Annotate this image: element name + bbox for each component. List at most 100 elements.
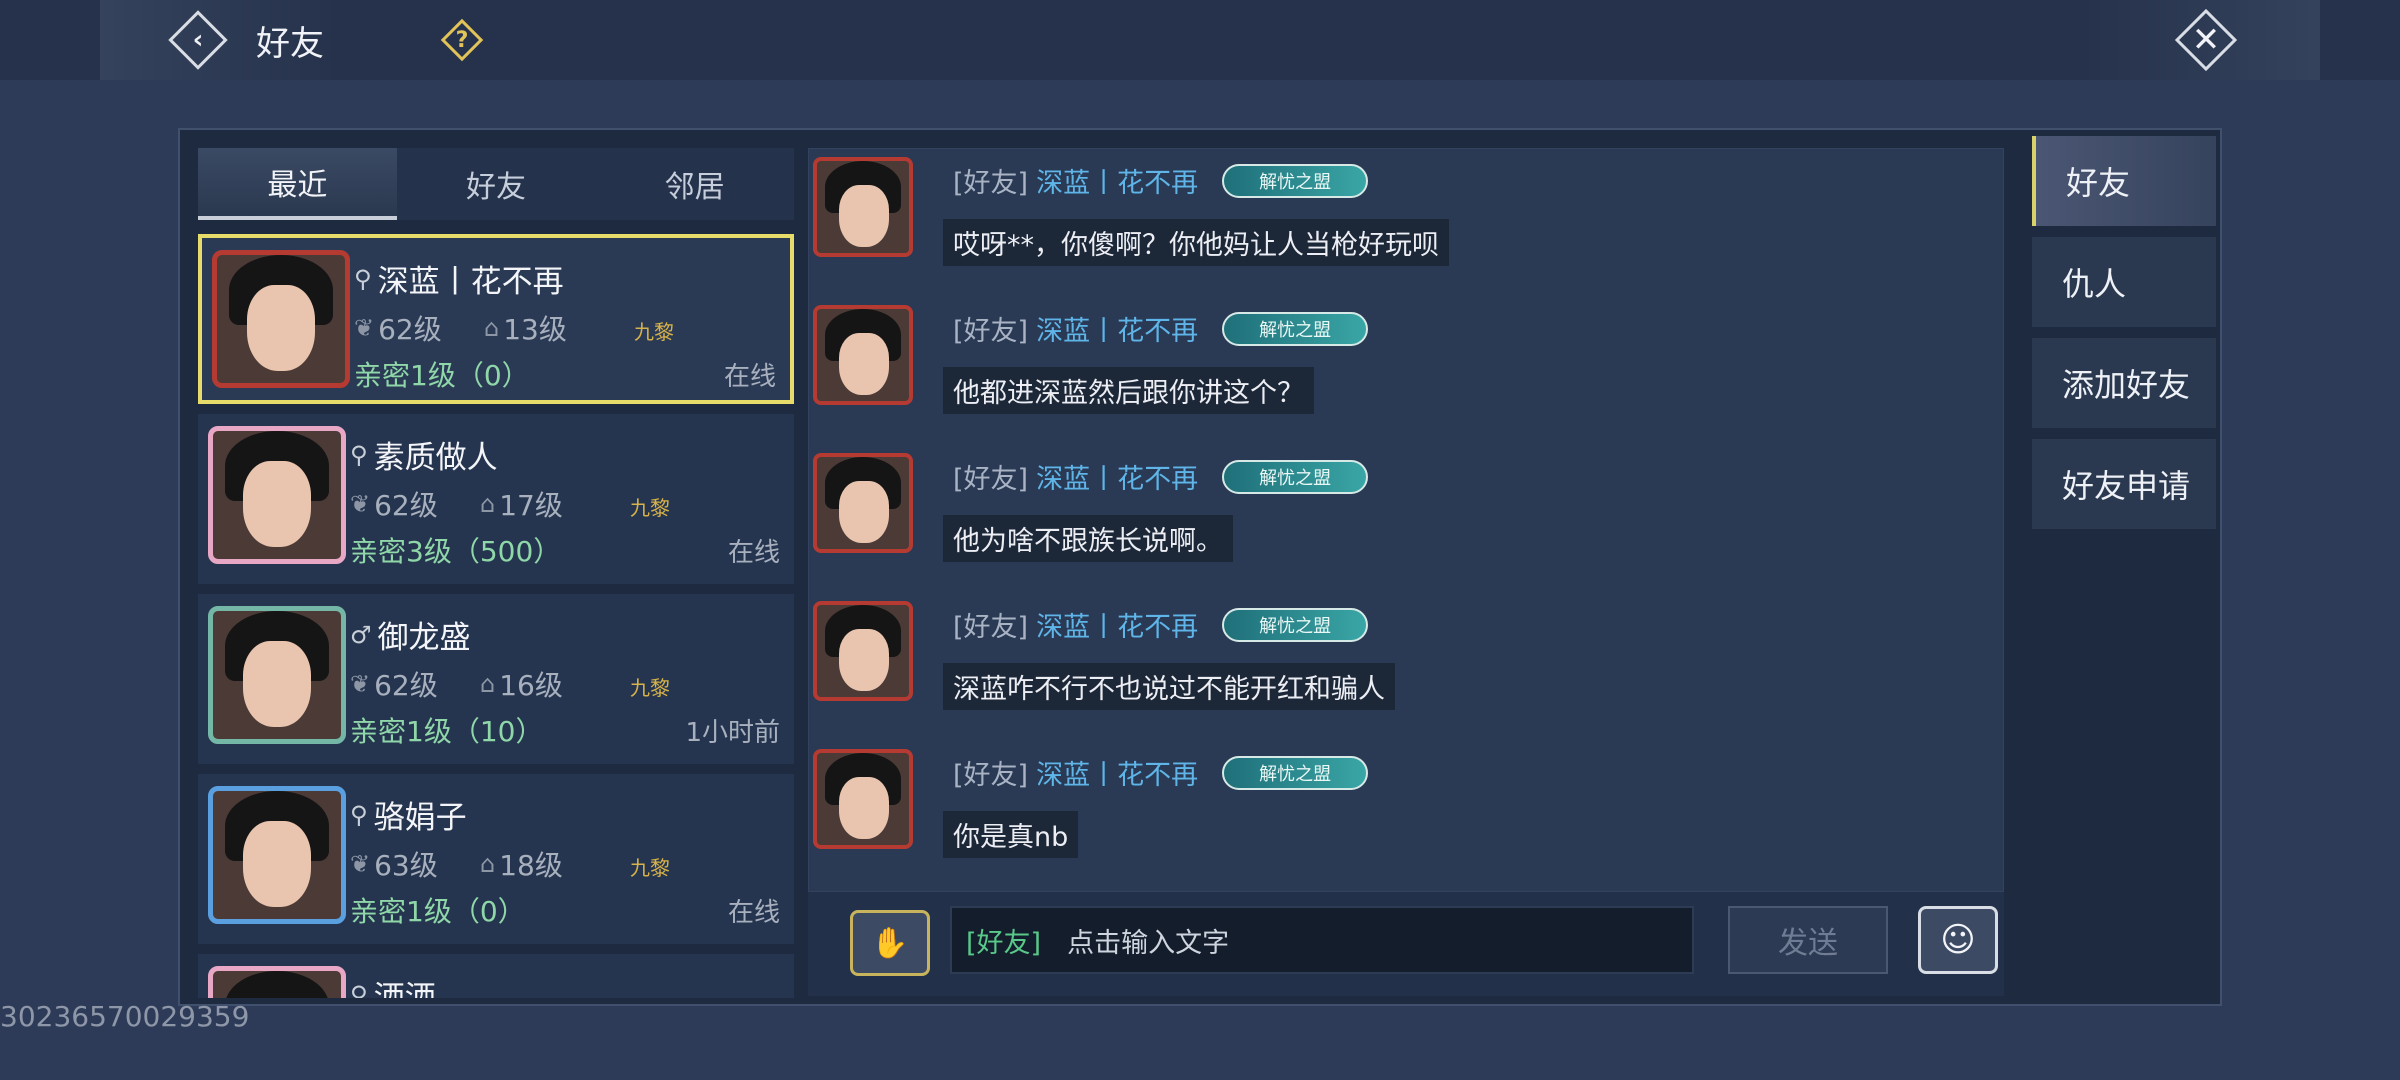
- online-status: 在线: [727, 898, 780, 928]
- online-status: 1小时前: [685, 718, 780, 748]
- back-button[interactable]: ‹: [168, 10, 228, 70]
- friend-name: 御龙盛: [377, 620, 471, 656]
- sender-name[interactable]: 深蓝丨花不再: [1036, 309, 1198, 348]
- side-tab-friend-requests[interactable]: 好友申请: [2032, 439, 2216, 529]
- page-title: 好友: [256, 24, 324, 64]
- friend-item[interactable]: ⚲ 洒洒: [198, 954, 794, 998]
- sender-avatar[interactable]: [813, 453, 913, 553]
- message-sender: [好友] 深蓝丨花不再 解忧之盟: [953, 605, 1369, 644]
- close-icon: ✕: [2191, 20, 2221, 60]
- friend-item[interactable]: ⚲ 骆娟子 ❦ 63级 ⌂ 18级 九黎 亲密1级（0） 在线: [198, 774, 794, 944]
- online-status: 在线: [727, 538, 780, 568]
- list-tabs: 最近 好友 邻居: [198, 148, 795, 220]
- sender-name[interactable]: 深蓝丨花不再: [1036, 753, 1198, 792]
- side-tabs: 好友 仇人 添加好友 好友申请: [2032, 136, 2222, 540]
- chat-message: [好友] 深蓝丨花不再 解忧之盟 深蓝咋不行不也说过不能开红和骗人: [813, 595, 1993, 735]
- level-value: 62级: [374, 669, 438, 702]
- gender-icon: ⚲: [350, 980, 368, 999]
- tab-neighbors[interactable]: 邻居: [595, 148, 795, 220]
- level-stat: ❦ 63级: [350, 844, 438, 884]
- faction-badge: 九黎: [630, 856, 670, 880]
- friend-name-row: ♂ 御龙盛: [350, 612, 471, 657]
- guild-tag: 解忧之盟: [1222, 163, 1369, 198]
- emoji-button[interactable]: ☺: [1918, 906, 1998, 974]
- message-sender: [好友] 深蓝丨花不再 解忧之盟: [953, 457, 1369, 496]
- guild-tag: 解忧之盟: [1222, 311, 1369, 346]
- guild-tag: 解忧之盟: [1222, 755, 1369, 790]
- sender-avatar[interactable]: [813, 157, 913, 257]
- friend-list-column: 最近 好友 邻居 ⚲ 深蓝丨花不再 ❦ 62级 ⌂ 13级 九黎 亲密1级（0） 在…: [198, 148, 795, 998]
- level-icon: ❦: [350, 490, 371, 518]
- level-icon: ❦: [354, 314, 375, 342]
- message-channel: [好友]: [953, 464, 1029, 495]
- back-arrow-icon: ‹: [192, 25, 204, 55]
- home-level-stat: ⌂ 18级: [480, 844, 563, 884]
- side-tab-enemies[interactable]: 仇人: [2032, 237, 2216, 327]
- chat-history[interactable]: [好友] 深蓝丨花不再 解忧之盟 哎呀**，你傻啊？你他妈让人当枪好玩呗 [好友…: [808, 148, 2004, 892]
- level-value: 62级: [378, 313, 442, 346]
- level-icon: ❦: [350, 670, 371, 698]
- friend-item[interactable]: ⚲ 深蓝丨花不再 ❦ 62级 ⌂ 13级 九黎 亲密1级（0） 在线: [198, 234, 794, 404]
- home-level-stat: ⌂ 17级: [480, 484, 563, 524]
- home-level-value: 16级: [499, 669, 563, 702]
- message-text: 他为啥不跟族长说啊。: [943, 515, 1233, 562]
- friend-list[interactable]: ⚲ 深蓝丨花不再 ❦ 62级 ⌂ 13级 九黎 亲密1级（0） 在线 ⚲ 素质做人 …: [198, 234, 794, 998]
- input-channel: [好友]: [966, 927, 1042, 959]
- home-level-stat: ⌂ 13级: [484, 308, 567, 348]
- intimacy-level: 亲密1级（0）: [350, 895, 526, 928]
- microphone-icon: ✋: [871, 925, 909, 961]
- level-value: 62级: [374, 489, 438, 522]
- level-stat: ❦ 62级: [350, 484, 438, 524]
- side-tab-add-friend[interactable]: 添加好友: [2032, 338, 2216, 428]
- level-icon: ❦: [350, 850, 371, 878]
- chat-message: [好友] 深蓝丨花不再 解忧之盟 他为啥不跟族长说啊。: [813, 447, 1993, 587]
- emoji-icon: ☺: [1940, 920, 1976, 960]
- level-stat: ❦ 62级: [350, 664, 438, 704]
- sender-name[interactable]: 深蓝丨花不再: [1036, 457, 1198, 496]
- close-button[interactable]: ✕: [2174, 8, 2238, 72]
- sender-avatar[interactable]: [813, 305, 913, 405]
- home-level-value: 17级: [499, 489, 563, 522]
- sender-name[interactable]: 深蓝丨花不再: [1036, 605, 1198, 644]
- home-level-stat: ⌂ 16级: [480, 664, 563, 704]
- guild-tag: 解忧之盟: [1222, 459, 1369, 494]
- gender-icon: ⚲: [350, 440, 368, 469]
- sender-avatar[interactable]: [813, 749, 913, 849]
- friend-item[interactable]: ♂ 御龙盛 ❦ 62级 ⌂ 16级 九黎 亲密1级（10） 1小时前: [198, 594, 794, 764]
- home-level-value: 13级: [503, 313, 567, 346]
- help-button[interactable]: ?: [440, 18, 484, 62]
- house-icon: ⌂: [480, 670, 496, 698]
- level-value: 63级: [374, 849, 438, 882]
- message-text: 哎呀**，你傻啊？你他妈让人当枪好玩呗: [943, 219, 1449, 266]
- faction-badge: 九黎: [630, 496, 670, 520]
- message-sender: [好友] 深蓝丨花不再 解忧之盟: [953, 161, 1369, 200]
- send-button[interactable]: 发送: [1728, 906, 1888, 974]
- friend-name-row: ⚲ 骆娟子: [350, 792, 467, 837]
- voice-button[interactable]: ✋: [850, 910, 930, 976]
- friend-name-row: ⚲ 洒洒: [350, 972, 436, 998]
- tab-recent[interactable]: 最近: [198, 148, 397, 220]
- avatar: [208, 966, 346, 998]
- message-channel: [好友]: [953, 760, 1029, 791]
- house-icon: ⌂: [480, 490, 496, 518]
- side-tab-friends[interactable]: 好友: [2032, 136, 2216, 226]
- faction-badge: 九黎: [634, 320, 674, 344]
- tab-friends[interactable]: 好友: [396, 148, 596, 220]
- sender-avatar[interactable]: [813, 601, 913, 701]
- message-channel: [好友]: [953, 316, 1029, 347]
- intimacy-level: 亲密3级（500）: [350, 535, 562, 568]
- chat-message: [好友] 深蓝丨花不再 解忧之盟 他都进深蓝然后跟你讲这个？: [813, 299, 1993, 439]
- watermark-id: 30236570029359: [0, 1000, 250, 1033]
- chat-message: [好友] 深蓝丨花不再 解忧之盟 哎呀**，你傻啊？你他妈让人当枪好玩呗: [813, 151, 1993, 291]
- sender-name[interactable]: 深蓝丨花不再: [1036, 161, 1198, 200]
- guild-tag: 解忧之盟: [1222, 607, 1369, 642]
- chat-input-field[interactable]: [好友] 点击输入文字: [950, 906, 1694, 974]
- friend-name: 骆娟子: [373, 800, 467, 836]
- help-icon: ?: [455, 27, 469, 53]
- friend-item[interactable]: ⚲ 素质做人 ❦ 62级 ⌂ 17级 九黎 亲密3级（500） 在线: [198, 414, 794, 584]
- top-bar: ‹ 好友 ? ✕: [0, 0, 2400, 80]
- gender-icon: ⚲: [350, 800, 368, 829]
- faction-badge: 九黎: [630, 676, 670, 700]
- message-text: 他都进深蓝然后跟你讲这个？: [943, 367, 1314, 414]
- avatar: [208, 786, 346, 924]
